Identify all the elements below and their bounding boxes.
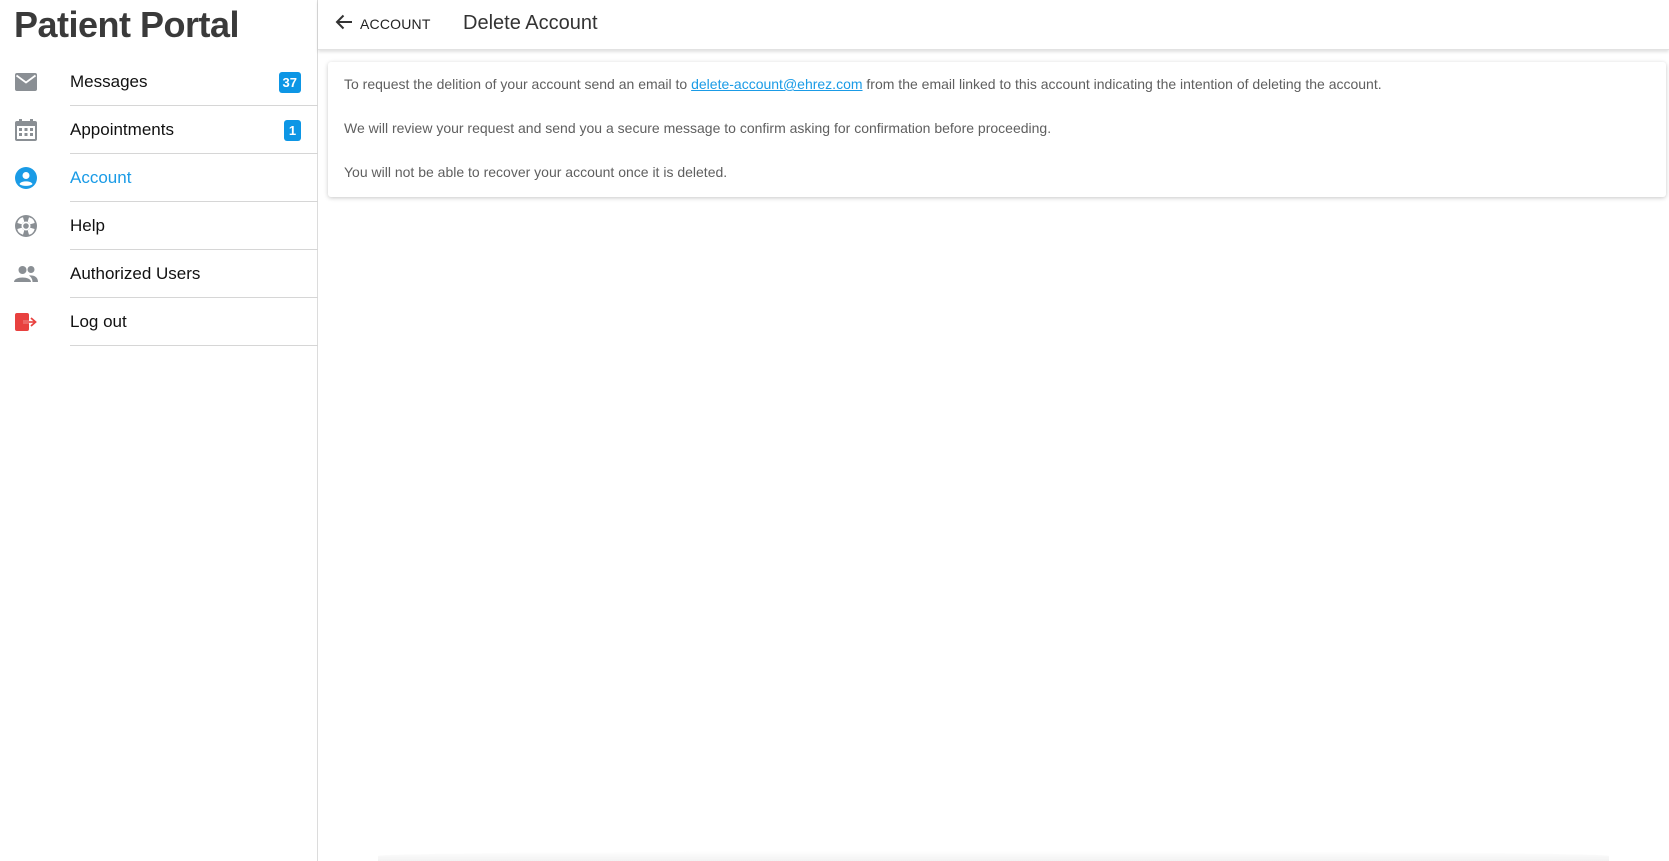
sidebar-item-logout[interactable]: Log out xyxy=(0,298,318,346)
support-email-link[interactable]: delete-account@ehrez.com xyxy=(691,76,862,92)
sidebar-item-help[interactable]: Help xyxy=(0,202,318,250)
sidebar: Patient Portal Messages 37 Appointments … xyxy=(0,0,318,861)
sidebar-item-appointments[interactable]: Appointments 1 xyxy=(0,106,318,154)
lifebuoy-icon xyxy=(14,214,38,238)
sidebar-item-label: Appointments xyxy=(70,106,318,154)
app-title: Patient Portal xyxy=(14,4,240,45)
sidebar-nav: Messages 37 Appointments 1 Account Help … xyxy=(0,58,318,346)
sidebar-item-messages[interactable]: Messages 37 xyxy=(0,58,318,106)
page-title: Delete Account xyxy=(463,12,598,34)
back-button[interactable]: ACCOUNT xyxy=(334,10,431,38)
review-paragraph: We will review your request and send you… xyxy=(344,120,1052,136)
sidebar-item-account[interactable]: Account xyxy=(0,154,318,202)
bottom-shadow xyxy=(378,851,1609,861)
sidebar-item-label: Account xyxy=(70,154,318,202)
account-circle-icon xyxy=(14,166,38,190)
appointments-count-badge: 1 xyxy=(284,120,301,141)
unread-count-badge: 37 xyxy=(278,72,301,93)
instruction-text-after: from the email linked to this account in… xyxy=(862,76,1382,92)
app-root: Patient Portal Messages 37 Appointments … xyxy=(0,0,1669,861)
sidebar-item-label: Log out xyxy=(70,298,318,346)
calendar-icon xyxy=(14,118,38,142)
top-bar: ACCOUNT Delete Account xyxy=(318,0,1669,50)
mail-icon xyxy=(14,70,38,94)
arrow-left-icon xyxy=(334,12,354,37)
sidebar-item-authorized-users[interactable]: Authorized Users xyxy=(0,250,318,298)
sidebar-item-label: Help xyxy=(70,202,318,250)
logout-icon xyxy=(14,310,38,334)
back-button-label: ACCOUNT xyxy=(360,16,431,32)
instruction-text-before: To request the delition of your account … xyxy=(344,76,692,92)
warning-paragraph: You will not be able to recover your acc… xyxy=(344,164,728,180)
delete-account-info-card: To request the delition of your account … xyxy=(328,62,1666,197)
sidebar-item-label: Authorized Users xyxy=(70,250,318,298)
main-content: ACCOUNT Delete Account To request the de… xyxy=(318,0,1669,861)
users-icon xyxy=(14,262,38,286)
instruction-paragraph: To request the delition of your account … xyxy=(344,74,1650,94)
